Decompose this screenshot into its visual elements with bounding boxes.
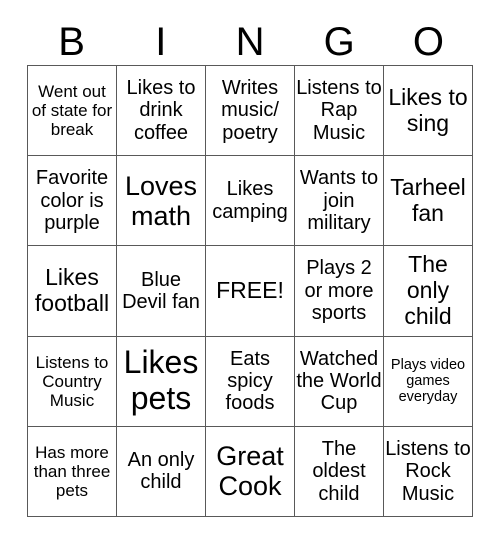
bingo-cell-r2c4[interactable]: Wants to join military	[295, 156, 384, 247]
bingo-cell-r5c1[interactable]: Has more than three pets	[28, 426, 117, 517]
bingo-cell-label: Great Cook	[216, 441, 284, 502]
bingo-cell-label: Listens to Country Music	[35, 352, 109, 410]
bingo-cell-r3c4[interactable]: Plays 2 or more sports	[295, 246, 384, 337]
bingo-cell-label: The oldest child	[312, 437, 366, 505]
bingo-cell-r1c2[interactable]: Likes to drink coffee	[117, 66, 206, 157]
bingo-cell-r4c1[interactable]: Listens to Country Music	[28, 336, 117, 427]
bingo-cell-label: Plays 2 or more sports	[304, 257, 374, 325]
bingo-cell-label: Loves math	[124, 170, 198, 231]
bingo-cell-r1c4[interactable]: Listens to Rap Music	[295, 66, 384, 157]
bingo-cell-r3c1[interactable]: Likes football	[28, 246, 117, 337]
bingo-cell-label: Went out of state for break	[31, 82, 113, 140]
bingo-cell-label: Favorite color is purple	[35, 167, 109, 234]
header-letter-n: N	[235, 19, 265, 64]
bingo-cell-label: Plays video games everyday	[390, 356, 466, 406]
header-letter-o: O	[412, 19, 444, 64]
bingo-cell-label: Blue Devil fan	[122, 268, 200, 313]
bingo-cell-label: The only child	[404, 251, 452, 329]
bingo-grid: Went out of state for break Likes to drin…	[27, 65, 473, 517]
bingo-cell-r5c2[interactable]: An only child	[117, 426, 206, 517]
bingo-cell-label: Has more than three pets	[33, 442, 111, 500]
bingo-card: B I N G O Went out of state for break Lik…	[0, 0, 500, 544]
bingo-cell-r5c5[interactable]: Listens to Rock Music	[384, 426, 473, 517]
bingo-cell-r2c3[interactable]: Likes camping	[206, 156, 295, 247]
bingo-cell-label: Listens to Rock Music	[385, 437, 471, 505]
bingo-cell-label: Likes camping	[212, 178, 288, 223]
bingo-cell-r3c3[interactable]: FREE!	[206, 246, 295, 337]
header-letter-i: I	[155, 19, 167, 64]
bingo-cell-label: Wants to join military	[299, 167, 379, 234]
bingo-cell-label: Listens to Rap Music	[296, 77, 382, 144]
bingo-cell-r2c5[interactable]: Tarheel fan	[384, 156, 473, 247]
bingo-cell-label: Watched the World Cup	[296, 347, 382, 415]
bingo-cell-r1c3[interactable]: Writes music/ poetry	[206, 66, 295, 157]
bingo-cell-label: Likes to sing	[388, 83, 468, 136]
bingo-cell-r4c3[interactable]: Eats spicy foods	[206, 336, 295, 427]
bingo-cell-r3c5[interactable]: The only child	[384, 246, 473, 337]
bingo-cell-r1c1[interactable]: Went out of state for break	[28, 66, 117, 157]
bingo-cell-label: Likes pets	[123, 344, 199, 417]
header-letter-g: G	[323, 19, 355, 64]
bingo-header: B I N G O	[27, 18, 473, 65]
bingo-cell-label: Likes football	[34, 264, 110, 316]
bingo-cell-label: Likes to drink coffee	[126, 77, 196, 144]
bingo-cell-r3c2[interactable]: Blue Devil fan	[117, 246, 206, 337]
bingo-cell-r2c2[interactable]: Loves math	[117, 156, 206, 247]
bingo-cell-r5c4[interactable]: The oldest child	[295, 426, 384, 517]
bingo-cell-r1c5[interactable]: Likes to sing	[384, 66, 473, 157]
bingo-cell-label: Eats spicy foods	[225, 347, 275, 415]
bingo-cell-r4c5[interactable]: Plays video games everyday	[384, 336, 473, 427]
bingo-cell-label: Tarheel fan	[390, 174, 466, 226]
bingo-cell-r4c4[interactable]: Watched the World Cup	[295, 336, 384, 427]
bingo-cell-r4c2[interactable]: Likes pets	[117, 336, 206, 427]
header-letter-b: B	[58, 19, 85, 64]
bingo-cell-label: An only child	[127, 449, 195, 494]
bingo-cell-label: FREE!	[216, 277, 284, 304]
bingo-cell-label: Writes music/ poetry	[221, 77, 279, 144]
bingo-cell-r5c3[interactable]: Great Cook	[206, 426, 295, 517]
bingo-cell-r2c1[interactable]: Favorite color is purple	[28, 156, 117, 247]
